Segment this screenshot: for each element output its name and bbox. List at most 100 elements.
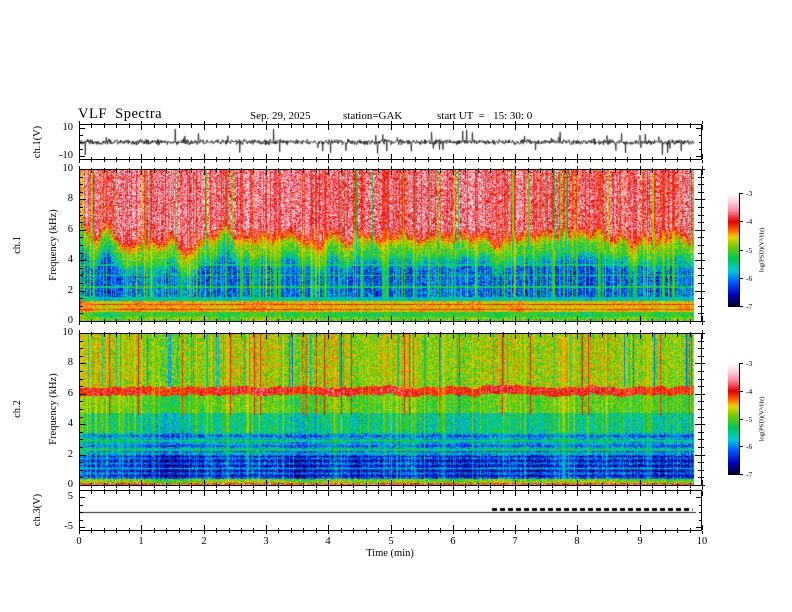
x-tick-mark: [91, 331, 92, 333]
x-tick-mark: [665, 486, 666, 488]
x-tick-mark: [577, 334, 578, 339]
x-tick-mark: [415, 527, 416, 530]
x-tick-mark: [141, 525, 142, 530]
x-tick-mark: [353, 527, 354, 530]
x-tick-mark: [104, 122, 105, 124]
ch1-spectrogram-tick-label: 10: [62, 163, 74, 174]
x-tick-mark: [366, 527, 367, 530]
x-tick-mark: [403, 122, 404, 124]
x-tick-mark: [341, 331, 342, 333]
x-tick-mark: [665, 318, 666, 321]
x-tick-mark: [316, 488, 317, 490]
y-tick-mark: [696, 497, 701, 498]
x-tick-mark: [291, 318, 292, 321]
x-tick-mark: [291, 334, 292, 337]
y-tick-mark: [80, 222, 83, 223]
x-tick-mark: [490, 318, 491, 321]
colorbar-tick-mark: [739, 474, 743, 475]
y-tick-mark: [702, 424, 705, 425]
x-tick-mark: [403, 156, 404, 159]
x-tick-mark: [104, 488, 105, 490]
y-tick-mark: [702, 230, 705, 231]
x-tick-mark: [391, 125, 392, 130]
x-tick-mark: [627, 531, 628, 533]
x-tick-mark: [690, 122, 691, 124]
y-tick-mark: [80, 439, 83, 440]
x-tick-mark: [316, 122, 317, 124]
x-tick-mark: [341, 531, 342, 533]
x-tick-mark: [415, 160, 416, 162]
x-tick-mark: [154, 318, 155, 321]
x-tick-mark: [179, 491, 180, 494]
x-tick-mark: [166, 491, 167, 494]
x-tick-mark: [278, 318, 279, 321]
x-tick-mark: [590, 122, 591, 124]
x-tick-mark: [154, 160, 155, 162]
y-tick-mark: [80, 505, 83, 506]
y-tick-mark: [702, 439, 704, 440]
x-tick-mark: [266, 154, 267, 159]
x-tick-mark: [403, 491, 404, 494]
x-tick-mark: [91, 488, 92, 490]
x-tick-mark: [378, 334, 379, 337]
y-tick-mark: [80, 268, 83, 269]
y-tick-mark: [702, 268, 704, 269]
x-tick-mark: [465, 331, 466, 333]
x-tick-mark: [291, 331, 292, 333]
x-tick-mark: [615, 486, 616, 488]
y-tick-mark: [80, 142, 83, 143]
x-tick-mark: [615, 331, 616, 333]
x-tick-mark: [204, 525, 205, 530]
x-tick-mark: [540, 125, 541, 128]
x-tick-mark: [465, 322, 466, 324]
y-tick-mark: [80, 199, 86, 200]
colorbar-tick-label: -4: [746, 217, 753, 226]
x-tick-mark: [690, 482, 691, 485]
y-tick-mark: [80, 275, 83, 276]
x-tick-mark: [403, 318, 404, 321]
x-tick-mark: [166, 160, 167, 162]
x-tick-mark: [702, 531, 703, 534]
x-tick-mark: [440, 334, 441, 337]
x-tick-mark: [328, 322, 329, 325]
x-tick-mark: [316, 160, 317, 162]
x-tick-mark: [478, 482, 479, 485]
x-tick-mark: [366, 482, 367, 485]
x-tick-label: 1: [138, 536, 144, 547]
x-tick-mark: [328, 334, 329, 339]
x-tick-mark: [602, 125, 603, 128]
x-tick-mark: [615, 156, 616, 159]
x-tick-mark: [166, 482, 167, 485]
x-tick-mark: [515, 487, 516, 490]
x-tick-mark: [453, 160, 454, 163]
x-tick-mark: [216, 322, 217, 324]
x-tick-mark: [665, 334, 666, 337]
x-tick-mark: [590, 160, 591, 162]
x-tick-mark: [428, 156, 429, 159]
x-tick-mark: [677, 318, 678, 321]
x-tick-mark: [241, 491, 242, 494]
x-tick-mark: [615, 322, 616, 324]
x-tick-mark: [241, 488, 242, 490]
x-tick-mark: [465, 491, 466, 494]
x-tick-mark: [129, 156, 130, 159]
x-tick-mark: [453, 491, 454, 496]
x-tick-mark: [403, 125, 404, 128]
x-tick-mark: [602, 486, 603, 488]
x-tick-mark: [577, 160, 578, 163]
x-tick-mark: [652, 491, 653, 494]
x-tick-mark: [503, 488, 504, 490]
x-tick-mark: [590, 170, 591, 173]
x-tick-mark: [652, 527, 653, 530]
x-tick-mark: [353, 170, 354, 173]
x-tick-mark: [391, 170, 392, 175]
x-tick-mark: [677, 125, 678, 128]
figure-title: VLF Spectra: [78, 106, 163, 122]
x-tick-mark: [241, 322, 242, 324]
y-tick-mark: [80, 135, 83, 136]
x-tick-mark: [291, 167, 292, 169]
x-tick-mark: [378, 318, 379, 321]
x-tick-mark: [328, 480, 329, 485]
x-tick-mark: [129, 531, 130, 533]
x-tick-mark: [366, 122, 367, 124]
